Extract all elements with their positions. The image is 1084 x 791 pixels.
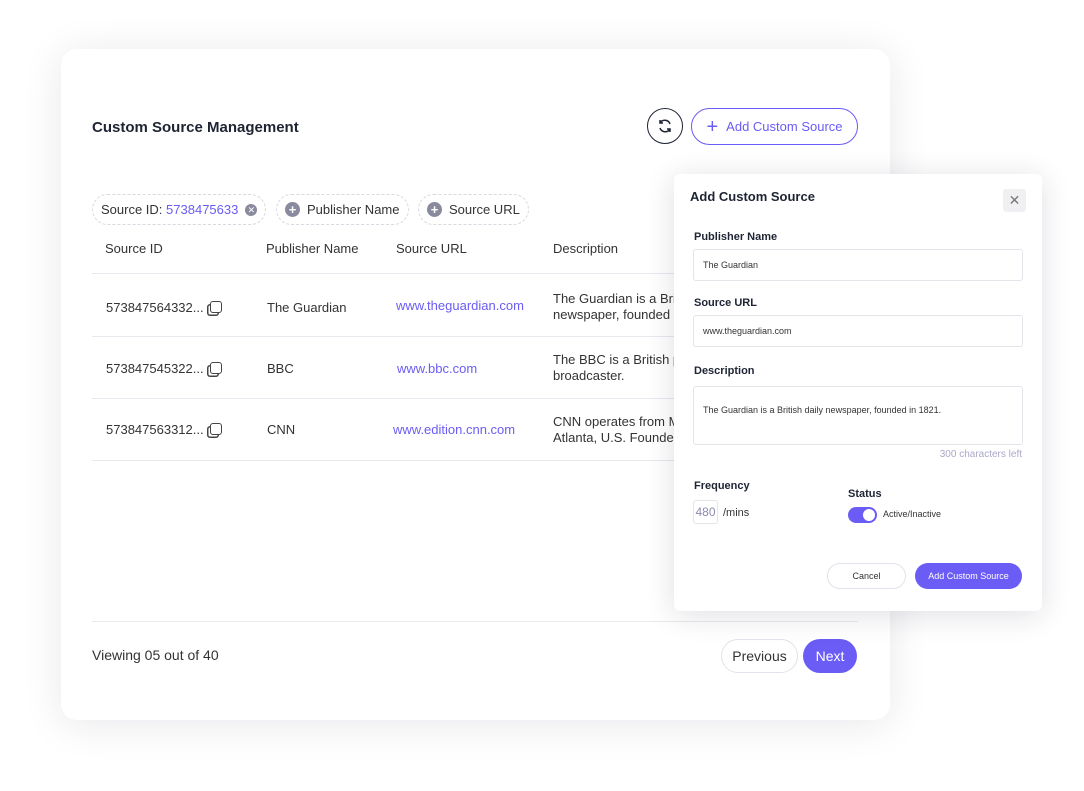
- column-header[interactable]: Source URL: [396, 241, 467, 256]
- submit-add-source-button[interactable]: Add Custom Source: [915, 563, 1022, 589]
- next-button[interactable]: Next: [803, 639, 857, 673]
- column-header[interactable]: Source ID: [105, 241, 163, 256]
- source-url-input[interactable]: www.theguardian.com: [693, 315, 1023, 347]
- pagination-info: Viewing 05 out of 40: [92, 647, 219, 663]
- copy-icon[interactable]: [209, 301, 222, 313]
- status-toggle[interactable]: [848, 507, 877, 523]
- source-url-link[interactable]: www.theguardian.com: [396, 298, 524, 313]
- plus-circle-icon: +: [285, 202, 300, 217]
- modal-title: Add Custom Source: [690, 189, 815, 204]
- filter-chip-source-id[interactable]: Source ID: 5738475633 ✕: [92, 194, 267, 225]
- clear-filter-icon[interactable]: ✕: [245, 203, 258, 216]
- add-custom-source-modal: Add Custom Source ✕ Publisher Name The G…: [674, 174, 1042, 611]
- filter-chip-publisher-name[interactable]: + Publisher Name: [276, 194, 409, 225]
- copy-icon[interactable]: [209, 362, 222, 374]
- copy-icon[interactable]: [209, 423, 222, 435]
- refresh-button[interactable]: [647, 108, 683, 144]
- column-header[interactable]: Publisher Name: [266, 241, 359, 256]
- filter-chip-source-url[interactable]: + Source URL: [418, 194, 529, 225]
- add-custom-source-button[interactable]: + Add Custom Source: [691, 108, 858, 145]
- characters-left: 300 characters left: [939, 449, 1022, 460]
- plus-circle-icon: +: [427, 202, 442, 217]
- publisher-name-input[interactable]: The Guardian: [693, 249, 1023, 281]
- column-header[interactable]: Description: [553, 241, 618, 256]
- close-icon[interactable]: ✕: [1003, 189, 1026, 212]
- divider: [92, 621, 858, 622]
- frequency-input[interactable]: 480: [693, 500, 718, 524]
- source-url-link[interactable]: www.bbc.com: [397, 361, 477, 376]
- plus-icon: +: [706, 115, 719, 138]
- cancel-button[interactable]: Cancel: [827, 563, 906, 589]
- description-textarea[interactable]: The Guardian is a British daily newspape…: [693, 386, 1023, 445]
- source-url-link[interactable]: www.edition.cnn.com: [393, 422, 515, 437]
- page-title: Custom Source Management: [92, 119, 299, 136]
- previous-button[interactable]: Previous: [721, 639, 798, 673]
- refresh-icon: [659, 119, 671, 133]
